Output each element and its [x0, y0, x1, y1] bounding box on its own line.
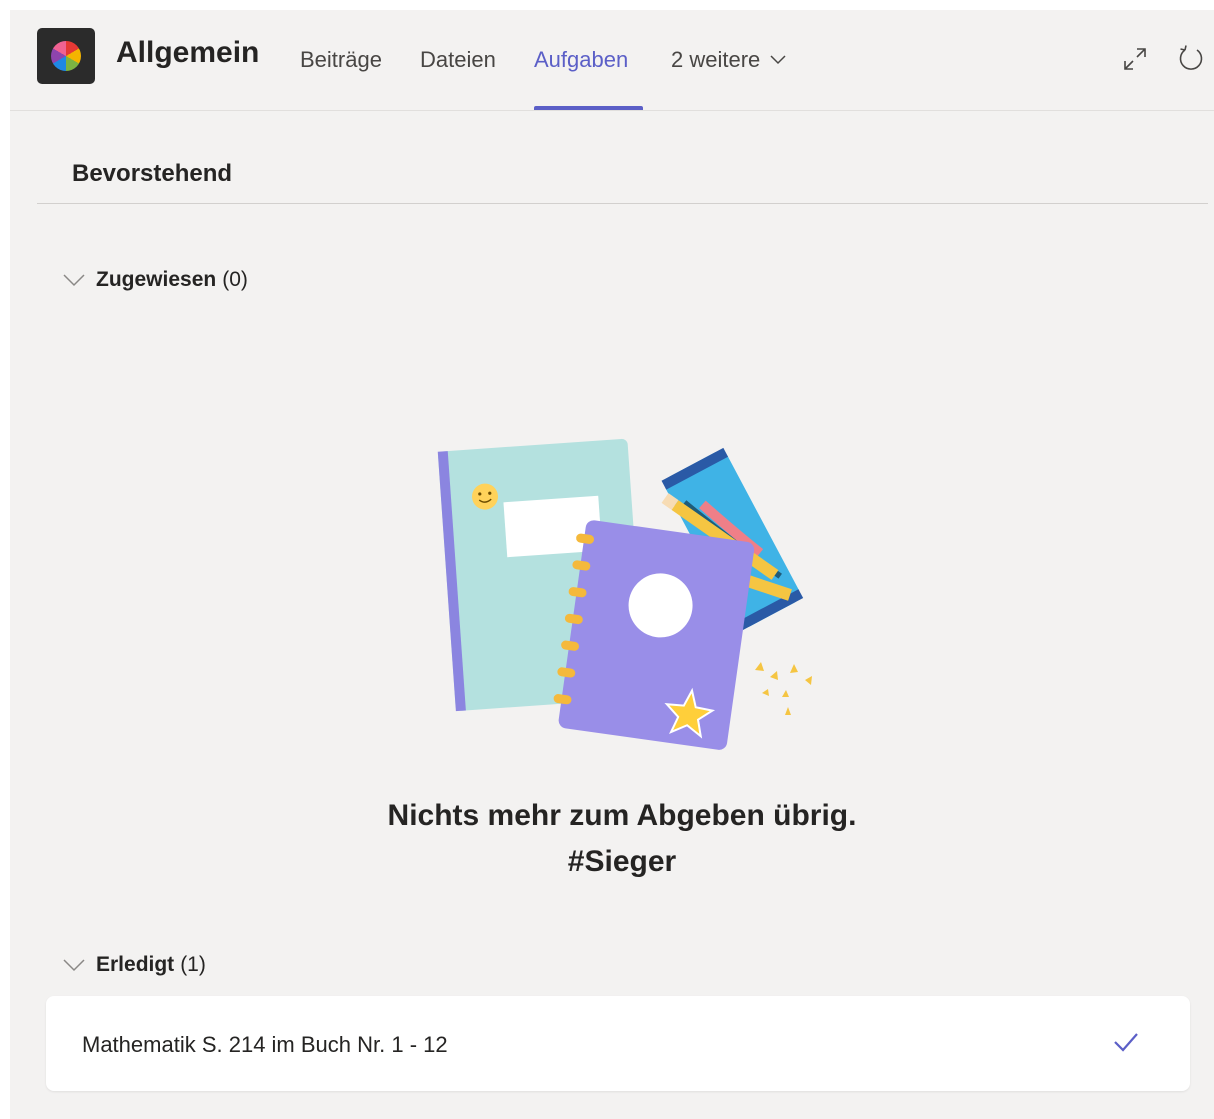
done-group-label: Erledigt: [96, 953, 175, 976]
checkmark-icon: [1114, 1033, 1138, 1052]
tab-aufgaben[interactable]: Aufgaben: [534, 47, 628, 73]
team-avatar[interactable]: [37, 28, 95, 84]
empty-state-message: Nichts mehr zum Abgeben übrig. #Sieger: [10, 793, 1214, 885]
refresh-icon[interactable]: [1176, 44, 1206, 74]
tab-more-label: 2 weitere: [671, 47, 761, 72]
done-group-count: (1): [180, 953, 206, 976]
app-frame: Allgemein Beiträge Dateien Aufgaben 2 we…: [10, 10, 1214, 1119]
task-title: Mathematik S. 214 im Buch Nr. 1 - 12: [82, 1032, 448, 1057]
active-tab-indicator: [534, 106, 643, 110]
tab-more[interactable]: 2 weitere: [671, 47, 786, 73]
tab-dateien[interactable]: Dateien: [420, 47, 496, 73]
team-logo-icon: [51, 41, 81, 71]
chevron-down-icon: [770, 55, 786, 65]
assigned-group-toggle[interactable]: Zugewiesen (0): [62, 265, 248, 295]
empty-state-line1: Nichts mehr zum Abgeben übrig.: [387, 799, 857, 832]
assigned-group-label: Zugewiesen: [96, 268, 217, 291]
section-title: Bevorstehend: [72, 160, 233, 187]
task-card[interactable]: Mathematik S. 214 im Buch Nr. 1 - 12: [46, 996, 1190, 1091]
done-group-toggle[interactable]: Erledigt (1): [62, 950, 206, 980]
chevron-down-icon: [63, 274, 85, 287]
chevron-down-icon: [63, 959, 85, 972]
assigned-group-count: (0): [222, 268, 248, 291]
empty-state-line2: #Sieger: [567, 845, 677, 878]
tab-beitraege[interactable]: Beiträge: [300, 47, 382, 73]
channel-title: Allgemein: [116, 36, 260, 69]
expand-icon[interactable]: [1120, 44, 1150, 74]
divider: [37, 203, 1208, 204]
channel-header: Allgemein Beiträge Dateien Aufgaben 2 we…: [10, 10, 1214, 111]
empty-state-illustration: [437, 438, 812, 750]
